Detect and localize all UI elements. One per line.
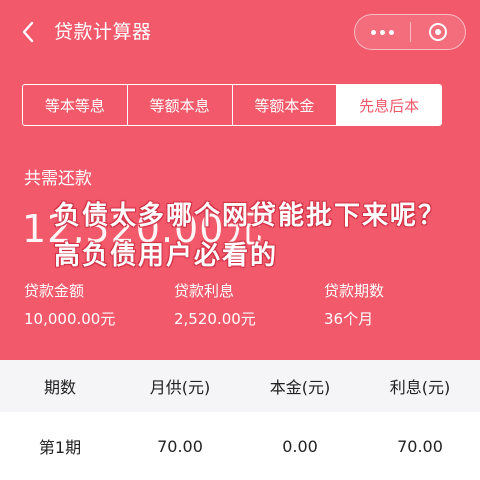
loan-interest-value: 2,520.00元 (174, 310, 256, 328)
loan-term-block: 贷款期数 36个月 (324, 280, 384, 330)
chevron-left-icon (22, 21, 34, 43)
more-dots-icon (370, 29, 394, 35)
overlay-caption: 负债太多哪个网贷能批下来呢？高负债用户必看的 (54, 201, 447, 271)
mini-program-capsule (354, 14, 466, 50)
close-button[interactable] (411, 15, 466, 49)
cell-monthly-payment: 70.00 (157, 436, 203, 456)
cell-interest: 70.00 (397, 436, 443, 456)
page-title: 贷款计算器 (54, 21, 152, 43)
more-button[interactable] (355, 15, 410, 49)
cell-principal: 0.00 (282, 436, 318, 456)
summary-panel: 贷款计算器 等本等息 等额本息 等额本金 先息后本 共需还款 12,520.00… (0, 0, 480, 360)
column-header-interest: 利息(元) (389, 378, 451, 397)
column-header-period: 期数 (43, 378, 76, 397)
loan-amount-block: 贷款金额 10,000.00元 (24, 280, 115, 330)
navigation-bar: 贷款计算器 (0, 0, 480, 68)
table-row: 第1期 70.00 0.00 70.00 (0, 418, 480, 474)
loan-amount-value: 10,000.00元 (24, 310, 116, 328)
tab-equal-principal-interest-flat[interactable]: 等本等息 (23, 85, 128, 125)
loan-term-label: 贷款期数 (324, 282, 385, 300)
repayment-method-tabs: 等本等息 等额本息 等额本金 先息后本 (22, 84, 442, 126)
cell-period: 第1期 (38, 438, 82, 457)
target-icon (428, 23, 447, 41)
loan-summary: 贷款金额 10,000.00元 贷款利息 2,520.00元 贷款期数 36个月 (24, 280, 464, 340)
loan-interest-block: 贷款利息 2,520.00元 (174, 280, 256, 330)
loan-term-value: 36个月 (324, 310, 374, 328)
tab-interest-first[interactable]: 先息后本 (337, 85, 441, 125)
schedule-table-header: 期数 月供(元) 本金(元) 利息(元) (0, 360, 480, 412)
tab-equal-installment[interactable]: 等额本息 (128, 85, 233, 125)
loan-amount-label: 贷款金额 (24, 282, 85, 300)
column-header-principal: 本金(元) (269, 378, 331, 397)
tab-equal-principal[interactable]: 等额本金 (233, 85, 338, 125)
loan-interest-label: 贷款利息 (174, 282, 235, 300)
back-button[interactable] (14, 18, 42, 46)
total-repayment-label: 共需还款 (24, 169, 92, 189)
column-header-monthly-payment: 月供(元) (149, 378, 211, 397)
